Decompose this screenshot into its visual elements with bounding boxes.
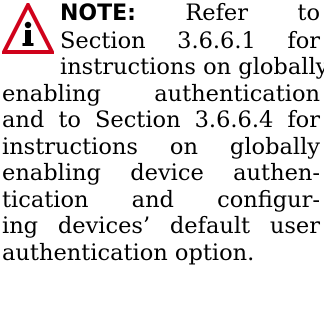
note-line-10: authentication option.: [2, 239, 255, 266]
note-line-6: instructions on globally: [2, 133, 320, 160]
note-label: NOTE:: [60, 1, 136, 26]
note-callout: NOTE: Refer to Section 3.6.6.1 for instr…: [2, 0, 324, 266]
warning-triangle-icon: [2, 3, 54, 54]
note-line-5: and to Section 3.6.6.4 for: [2, 107, 320, 133]
note-line-8: tication and configur-: [2, 186, 320, 213]
note-line-3: instructions on globally: [60, 54, 324, 80]
note-line-7: enabling device authen-: [2, 160, 320, 186]
note-line-4: enabling authentication: [2, 80, 320, 107]
note-line-9: ing devices’ default user: [2, 213, 320, 239]
